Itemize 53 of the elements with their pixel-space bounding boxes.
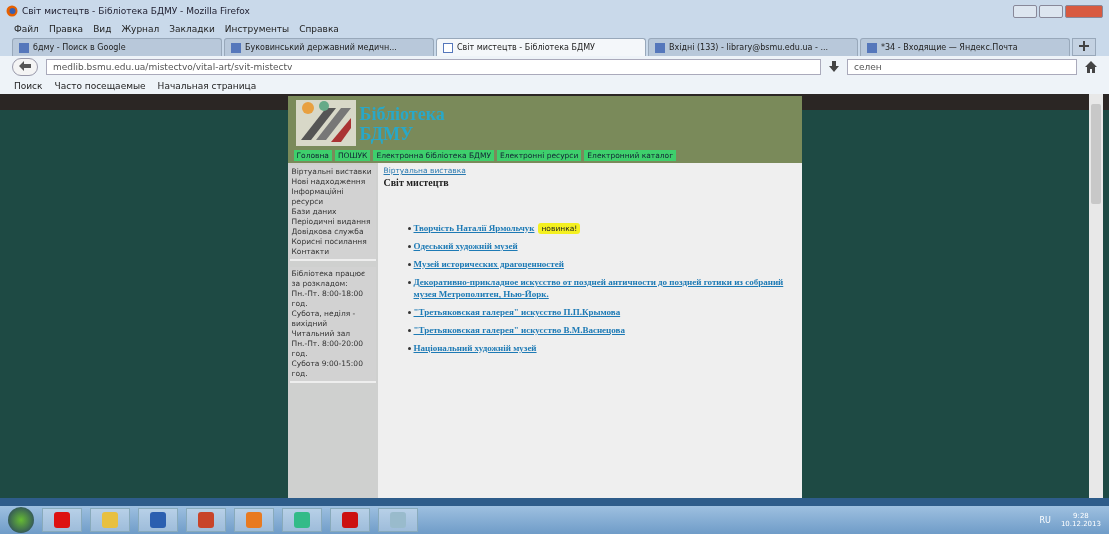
- close-button[interactable]: [1065, 4, 1103, 18]
- bullet-icon: [407, 347, 411, 350]
- bullet-icon: [407, 245, 411, 248]
- menu-item[interactable]: Журнал: [121, 24, 160, 34]
- window-title: Світ мистецтв - Бібліотека БДМУ - Mozilla Firefox: [22, 6, 250, 16]
- bullet-icon: [407, 281, 411, 284]
- scrollbar[interactable]: [1089, 94, 1103, 498]
- address-field[interactable]: medlib.bsmu.edu.ua/mistectvo/vital-art/svit-mistectv: [46, 59, 821, 75]
- exhibition-link[interactable]: Музей исторических драгоценностей: [413, 258, 564, 270]
- exhibition-link[interactable]: "Третьяковская галерея" искусство П.П.Крымова: [413, 306, 621, 318]
- exhibition-link[interactable]: "Третьяковская галерея" искусство В.М.Васнецова: [413, 324, 625, 336]
- taskbar-app-icon[interactable]: [330, 508, 370, 532]
- home-icon[interactable]: [1085, 61, 1097, 73]
- maximize-button[interactable]: [1039, 4, 1063, 18]
- menu-item[interactable]: Правка: [48, 24, 84, 34]
- exhibition-link[interactable]: Одеський художній музей: [413, 240, 518, 252]
- site-title: Бібліотека: [359, 104, 445, 124]
- start-button[interactable]: [8, 507, 34, 533]
- bookmark-item[interactable]: Поиск: [14, 81, 43, 91]
- taskbar-app-icon[interactable]: [186, 508, 226, 532]
- menu-item[interactable]: Вид: [93, 24, 112, 34]
- bullet-icon: [407, 329, 411, 332]
- browser-tab[interactable]: Буковинський державний медичн...: [224, 38, 434, 56]
- plus-icon: [1079, 41, 1089, 51]
- books-logo: [295, 100, 356, 146]
- taskbar-app-icon[interactable]: [234, 508, 274, 532]
- exhibition-link[interactable]: Декоративно-прикладное искусство от поздней античности до поздней готики из собраний музея Метрополитен, Нью-Йорк.: [413, 276, 796, 300]
- taskbar-app-icon[interactable]: [42, 508, 82, 532]
- browser-tab[interactable]: бдму - Поиск в Google: [12, 38, 222, 56]
- exhibition-link[interactable]: Творчість Наталії Ярмольчук: [413, 222, 535, 234]
- browser-tab[interactable]: Вхідні (133) - library@bsmu.edu.ua - ...: [648, 38, 858, 56]
- minimize-button[interactable]: [1013, 4, 1037, 18]
- menu-item[interactable]: Справка: [299, 24, 339, 34]
- bookmark-item[interactable]: Часто посещаемые: [54, 81, 146, 91]
- page-heading: Світ мистецтв: [383, 177, 450, 188]
- bookmark-item[interactable]: Начальная страница: [157, 81, 257, 91]
- new-tab-button[interactable]: [1072, 38, 1096, 56]
- back-button[interactable]: [12, 58, 38, 76]
- bullet-icon: [407, 311, 411, 314]
- menu-item[interactable]: Закладки: [169, 24, 215, 34]
- exhibition-link[interactable]: Національний художній музей: [413, 342, 537, 354]
- back-arrow-icon: [19, 61, 31, 71]
- browser-tab[interactable]: Світ мистецтв - Бібліотека БДМУ: [436, 38, 646, 56]
- menu-item[interactable]: Файл: [14, 24, 39, 34]
- taskbar-app-icon[interactable]: [138, 508, 178, 532]
- bullet-icon: [407, 227, 411, 230]
- bullet-icon: [407, 263, 411, 266]
- browser-icon: [6, 5, 18, 17]
- site-title: БДМУ: [359, 124, 415, 144]
- menu-item[interactable]: Инструменты: [224, 24, 290, 34]
- download-icon[interactable]: [829, 61, 839, 73]
- browser-tab[interactable]: *34 - Входящие — Яндекс.Почта: [860, 38, 1070, 56]
- search-field[interactable]: селен: [847, 59, 1077, 75]
